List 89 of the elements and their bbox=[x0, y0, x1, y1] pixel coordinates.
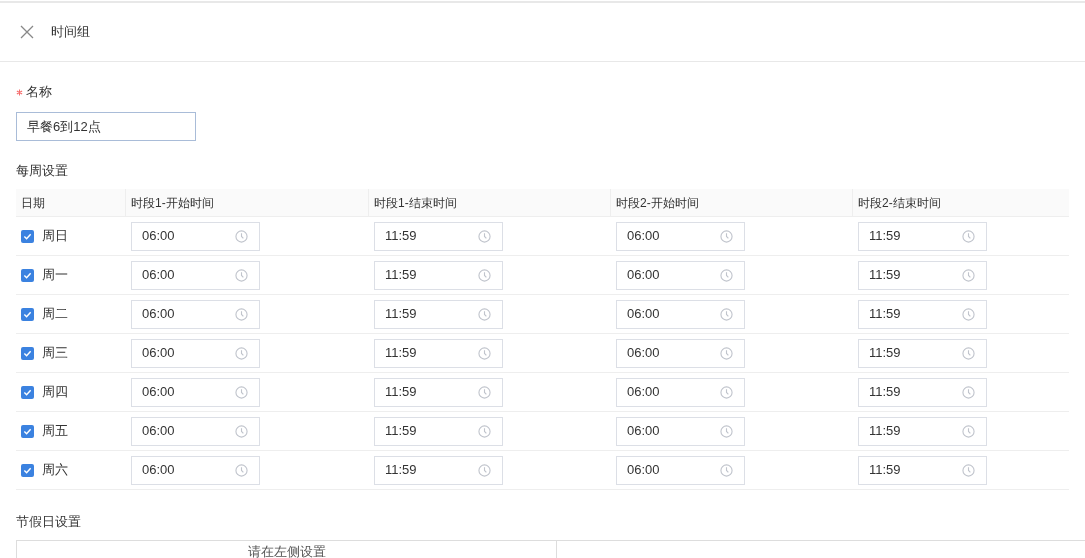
day-label: 周六 bbox=[42, 461, 68, 480]
hint-text: 请在左侧设置 bbox=[247, 544, 326, 558]
time-input[interactable]: 11:59 bbox=[374, 221, 503, 251]
clock-icon bbox=[720, 346, 733, 360]
time-input[interactable]: 11:59 bbox=[374, 260, 503, 290]
time-input[interactable]: 11:59 bbox=[374, 338, 503, 368]
time-input[interactable]: 11:59 bbox=[858, 338, 987, 368]
clock-icon bbox=[720, 463, 733, 477]
clock-icon bbox=[478, 268, 491, 282]
time-input[interactable]: 11:59 bbox=[858, 455, 987, 485]
section-title: 每周设置 bbox=[16, 162, 69, 180]
time-input[interactable]: 06:00 bbox=[131, 416, 260, 446]
time-input[interactable]: 11:59 bbox=[858, 377, 987, 407]
clock-icon bbox=[235, 424, 248, 438]
day-checkbox[interactable] bbox=[21, 229, 34, 243]
day-label: 周三 bbox=[42, 344, 68, 363]
time-input[interactable]: 11:59 bbox=[374, 377, 503, 407]
check-icon bbox=[23, 348, 32, 358]
column-header: 时段1-结束时间 bbox=[374, 194, 457, 212]
time-input[interactable]: 06:00 bbox=[131, 377, 260, 407]
day-label: 周一 bbox=[42, 266, 68, 285]
clock-icon bbox=[235, 463, 248, 477]
clock-icon bbox=[235, 229, 248, 243]
panel-title: 时间组 bbox=[51, 23, 90, 42]
time-input[interactable]: 06:00 bbox=[131, 260, 260, 290]
time-input[interactable]: 11:59 bbox=[858, 416, 987, 446]
day-checkbox[interactable] bbox=[21, 268, 34, 282]
column-header: 时段2-结束时间 bbox=[858, 194, 941, 212]
time-input[interactable]: 11:59 bbox=[374, 299, 503, 329]
clock-icon bbox=[720, 424, 733, 438]
day-checkbox[interactable] bbox=[21, 463, 34, 477]
clock-icon bbox=[235, 385, 248, 399]
clock-icon bbox=[478, 424, 491, 438]
clock-icon bbox=[478, 463, 491, 477]
day-label: 周五 bbox=[42, 422, 68, 441]
check-icon bbox=[23, 309, 32, 319]
clock-icon bbox=[962, 346, 975, 360]
time-input[interactable]: 06:00 bbox=[131, 455, 260, 485]
time-input[interactable]: 06:00 bbox=[131, 299, 260, 329]
clock-icon bbox=[478, 229, 491, 243]
field-label: 名称 bbox=[26, 83, 52, 102]
clock-icon bbox=[962, 385, 975, 399]
day-checkbox[interactable] bbox=[21, 307, 34, 321]
clock-icon bbox=[720, 307, 733, 321]
check-icon bbox=[23, 231, 32, 241]
clock-icon bbox=[962, 268, 975, 282]
clock-icon bbox=[235, 268, 248, 282]
clock-icon bbox=[478, 385, 491, 399]
time-input[interactable]: 06:00 bbox=[616, 221, 745, 251]
day-checkbox[interactable] bbox=[21, 424, 34, 438]
time-input[interactable]: 06:00 bbox=[131, 338, 260, 368]
check-icon bbox=[23, 465, 32, 475]
clock-icon bbox=[720, 229, 733, 243]
clock-icon bbox=[962, 463, 975, 477]
time-input[interactable]: 11:59 bbox=[374, 416, 503, 446]
time-input[interactable]: 06:00 bbox=[616, 260, 745, 290]
column-header: 时段1-开始时间 bbox=[131, 194, 214, 212]
clock-icon bbox=[478, 307, 491, 321]
time-input[interactable]: 06:00 bbox=[131, 221, 260, 251]
day-label: 周二 bbox=[42, 305, 68, 324]
day-label: 周日 bbox=[42, 227, 68, 246]
name-input[interactable]: 早餐6到12点 bbox=[16, 112, 196, 141]
time-input[interactable]: 11:59 bbox=[858, 221, 987, 251]
clock-icon bbox=[962, 424, 975, 438]
clock-icon bbox=[478, 346, 491, 360]
column-header: 时段2-开始时间 bbox=[616, 194, 699, 212]
section-title: 节假日设置 bbox=[16, 513, 82, 531]
time-input[interactable]: 11:59 bbox=[374, 455, 503, 485]
day-checkbox[interactable] bbox=[21, 346, 34, 360]
time-input[interactable]: 06:00 bbox=[616, 377, 745, 407]
clock-icon bbox=[235, 346, 248, 360]
time-input[interactable]: 11:59 bbox=[858, 299, 987, 329]
check-icon bbox=[23, 387, 32, 397]
clock-icon bbox=[720, 385, 733, 399]
column-header: 日期 bbox=[21, 194, 45, 212]
clock-icon bbox=[962, 229, 975, 243]
clock-icon bbox=[720, 268, 733, 282]
day-label: 周四 bbox=[42, 383, 68, 402]
check-icon bbox=[23, 270, 32, 280]
close-icon[interactable] bbox=[20, 25, 34, 39]
time-input[interactable]: 06:00 bbox=[616, 338, 745, 368]
clock-icon bbox=[235, 307, 248, 321]
time-input[interactable]: 11:59 bbox=[858, 260, 987, 290]
time-input[interactable]: 06:00 bbox=[616, 299, 745, 329]
day-checkbox[interactable] bbox=[21, 385, 34, 399]
time-input[interactable]: 06:00 bbox=[616, 455, 745, 485]
check-icon bbox=[23, 426, 32, 436]
time-input[interactable]: 06:00 bbox=[616, 416, 745, 446]
clock-icon bbox=[962, 307, 975, 321]
